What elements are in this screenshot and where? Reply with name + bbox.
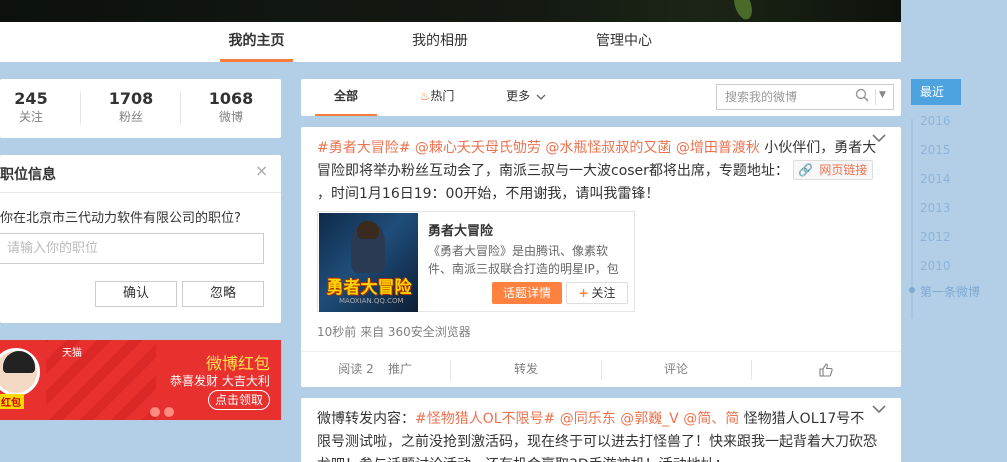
stat-weibo-label: 微博 xyxy=(218,110,243,124)
follow-label: 关注 xyxy=(591,286,616,300)
tab-my-album[interactable]: 我的相册 xyxy=(405,22,475,62)
chevron-down-icon xyxy=(536,94,546,100)
topic-description: 《勇者大冒险》是由腾讯、像素软件、南派三叔联合打造的明星IP，包 xyxy=(428,244,619,276)
stat-following[interactable]: 245 关注 xyxy=(0,89,71,125)
divider xyxy=(875,89,876,105)
cover-leaf xyxy=(730,0,756,22)
timeline-year-2016[interactable]: 2016 xyxy=(920,114,951,128)
dropdown-triangle-icon[interactable]: ▼ xyxy=(879,90,886,100)
timeline-year-2013[interactable]: 2013 xyxy=(920,201,951,215)
tab-admin-center[interactable]: 管理中心 xyxy=(588,22,660,62)
thumbnail-url: MAOXIAN.QQ.COM xyxy=(339,297,404,305)
banner-decoration xyxy=(150,406,190,420)
job-info-card: 职位信息 × 你在北京市三代动力软件有限公司的职位? 确认 忽略 xyxy=(0,155,281,323)
cover-image xyxy=(0,0,901,22)
mention-link[interactable]: @水瓶怪叔叔的又菡 xyxy=(545,140,671,156)
mention-link[interactable]: @简、简 xyxy=(683,411,739,427)
thumbnail-logo: 勇者大冒险 xyxy=(326,278,412,298)
stat-following-label: 关注 xyxy=(18,110,43,124)
tab-hot[interactable]: ♨热门 xyxy=(413,79,461,116)
post-text: #勇者大冒险# @棘心夭夭母氏劬劳 @水瓶怪叔叔的又菡 @增田普渡秋 小伙伴们，… xyxy=(317,137,877,206)
feed-filter-bar: 全部 ♨热门 更多 ▼ xyxy=(301,79,901,116)
claim-button[interactable]: 点击领取 xyxy=(208,390,270,410)
topic-card[interactable]: 勇者大冒险 MAOXIAN.QQ.COM 勇者大冒险 《勇者大冒险》是由腾讯、像… xyxy=(317,211,635,312)
hashtag-link[interactable]: #勇者大冒险# xyxy=(317,140,410,156)
timeline-year-2010[interactable]: 2010 xyxy=(920,259,951,273)
stat-fans-count: 1708 xyxy=(108,89,154,108)
follow-button[interactable]: + 关注 xyxy=(566,282,628,304)
post-body-tail: ，时间1月16日19：00开始，不用谢我，请叫我雷锋！ xyxy=(317,186,660,202)
mention-link[interactable]: @郭巍_V xyxy=(620,411,679,427)
post-meta: 10秒前 来自 360安全浏览器 xyxy=(317,325,471,339)
tab-hot-label: 热门 xyxy=(430,89,455,103)
timeline-first-weibo[interactable]: 第一条微博 xyxy=(920,283,980,300)
close-icon[interactable]: × xyxy=(255,161,268,180)
thumbnail-character xyxy=(351,221,385,273)
timeline-recent[interactable]: 最近 xyxy=(911,79,961,105)
read-count: 阅读 2 xyxy=(338,362,374,376)
search-icon[interactable] xyxy=(855,88,869,102)
mention-link[interactable]: @同乐东 xyxy=(560,411,616,427)
post-prefix: 微博转发内容： xyxy=(317,411,415,427)
timeline-dot xyxy=(909,287,915,293)
mention-link[interactable]: @增田普渡秋 xyxy=(676,140,760,156)
job-info-title: 职位信息 xyxy=(0,167,56,183)
promote-button[interactable]: 推广 xyxy=(383,352,417,388)
post-actions: 阅读 2 推广 转发 评论 xyxy=(301,351,901,387)
topic-thumbnail: 勇者大冒险 MAOXIAN.QQ.COM xyxy=(319,213,418,312)
tab-more[interactable]: 更多 xyxy=(501,79,551,116)
avatar xyxy=(0,348,40,396)
topic-title[interactable]: 勇者大冒险 xyxy=(428,220,493,239)
timeline-year-2012[interactable]: 2012 xyxy=(920,230,951,244)
comment-button[interactable]: 评论 xyxy=(601,352,751,388)
stat-following-count: 245 xyxy=(14,89,48,108)
profile-stats: 245 关注 1708 粉丝 1068 微博 xyxy=(0,79,281,138)
timeline-year-2015[interactable]: 2015 xyxy=(920,143,951,157)
stat-fans[interactable]: 1708 粉丝 xyxy=(91,89,171,125)
tab-more-label: 更多 xyxy=(506,89,531,103)
weibo-post: 微博转发内容：#怪物猎人OL不限号# @同乐东 @郭巍_V @简、简 怪物猎人O… xyxy=(301,398,901,462)
link-icon: 🔗 xyxy=(798,163,814,177)
like-button[interactable] xyxy=(751,352,901,388)
avatar-tag: 红包 xyxy=(0,394,24,409)
stat-weibo-count: 1068 xyxy=(208,89,254,108)
plus-icon: + xyxy=(578,286,589,300)
job-question: 你在北京市三代动力软件有限公司的职位? xyxy=(0,211,241,226)
job-position-input[interactable] xyxy=(0,233,264,264)
tab-my-home[interactable]: 我的主页 xyxy=(220,22,293,62)
post-text: 微博转发内容：#怪物猎人OL不限号# @同乐东 @郭巍_V @简、简 怪物猎人O… xyxy=(317,408,877,462)
web-link-label: 网页链接 xyxy=(819,163,868,177)
stat-weibo[interactable]: 1068 微博 xyxy=(191,89,271,125)
red-packet-banner[interactable]: 红包 天猫 微博红包 恭喜发财 大吉大利 点击领取 xyxy=(0,340,281,420)
divider xyxy=(180,91,181,125)
year-timeline: 最近 2016 2015 2014 2013 2012 2010 第一条微博 xyxy=(909,79,1007,319)
hashtag-link[interactable]: #怪物猎人OL不限号# xyxy=(415,411,555,427)
red-packet-title: 微博红包 xyxy=(206,354,271,373)
divider xyxy=(80,91,81,125)
tab-all[interactable]: 全部 xyxy=(315,79,377,116)
fire-icon: ♨ xyxy=(419,89,431,103)
mention-link[interactable]: @棘心夭夭母氏劬劳 xyxy=(415,140,541,156)
divider xyxy=(0,192,281,193)
confirm-button[interactable]: 确认 xyxy=(95,281,177,307)
red-packet-subtitle: 恭喜发财 大吉大利 xyxy=(170,374,270,388)
profile-nav: 我的主页 我的相册 管理中心 xyxy=(0,22,901,62)
tmall-logo: 天猫 xyxy=(62,348,82,359)
stat-fans-label: 粉丝 xyxy=(118,110,143,124)
timeline-year-2014[interactable]: 2014 xyxy=(920,172,951,186)
forward-button[interactable]: 转发 xyxy=(451,352,601,388)
topic-detail-button[interactable]: 话题详情 xyxy=(492,282,562,304)
ignore-button[interactable]: 忽略 xyxy=(182,281,264,307)
thumbs-up-icon xyxy=(819,362,833,377)
weibo-post: #勇者大冒险# @棘心夭夭母氏劬劳 @水瓶怪叔叔的又菡 @增田普渡秋 小伙伴们，… xyxy=(301,127,901,387)
web-link[interactable]: 🔗 网页链接 xyxy=(793,160,874,180)
